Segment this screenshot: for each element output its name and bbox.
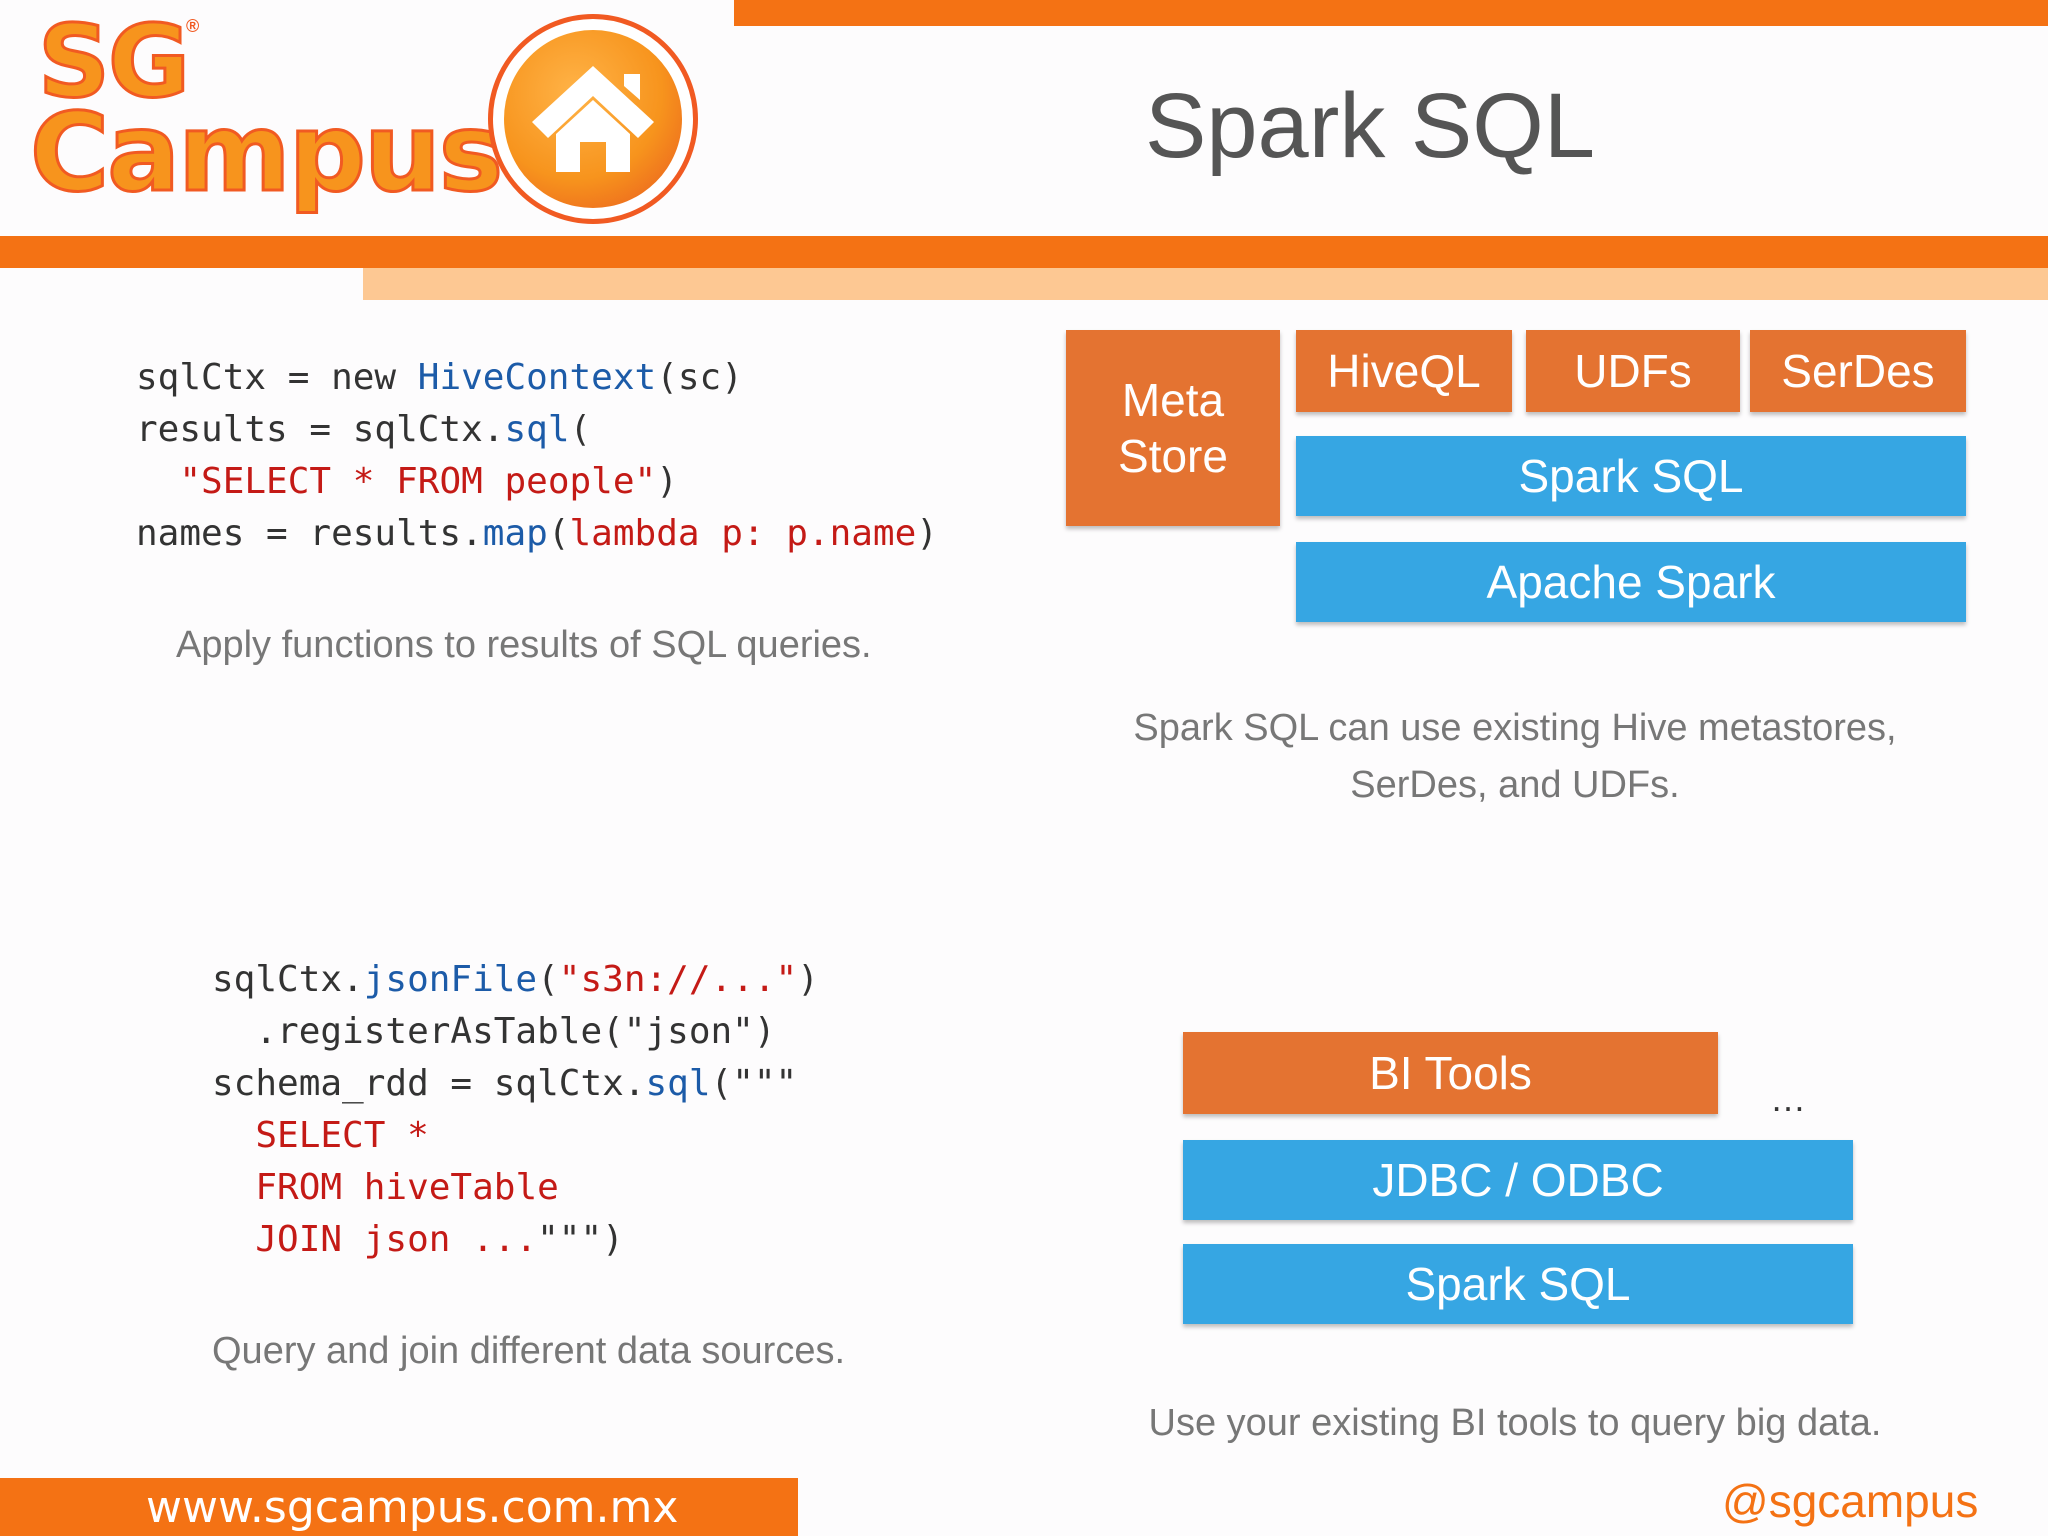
more-ellipsis: … <box>1770 1078 1806 1119</box>
code-text: names = results. <box>136 513 483 554</box>
code-text: sqlCtx = new <box>136 357 418 398</box>
header-accent-bar <box>734 0 2048 26</box>
serdes-label: SerDes <box>1781 345 1935 397</box>
code-keyword: map <box>482 513 548 554</box>
header-divider-bar <box>0 236 2048 268</box>
code-text: schema_rdd = sqlCtx. <box>212 1063 646 1104</box>
code-text: (sc) <box>656 357 743 398</box>
apache-spark-layer-label: Apache Spark <box>1486 556 1776 608</box>
code-text: ) <box>916 513 938 554</box>
house-icon <box>532 66 654 172</box>
code-line: SELECT * <box>212 1110 819 1162</box>
udfs-box: UDFs <box>1526 330 1740 412</box>
meta-store-label: Meta Store <box>1118 374 1228 482</box>
jdbc-odbc-box: JDBC / ODBC <box>1183 1140 1853 1220</box>
page-title: Spark SQL <box>1145 75 1595 177</box>
code-line: sqlCtx = new HiveContext(sc) <box>136 352 938 404</box>
code-line: results = sqlCtx.sql( <box>136 404 938 456</box>
spark-sql-layer-label: Spark SQL <box>1518 450 1744 502</box>
code-string: FROM hiveTable <box>255 1167 559 1208</box>
code-keyword: sql <box>504 409 570 450</box>
code-line: "SELECT * FROM people") <box>136 456 938 508</box>
caption-hive-compat: Spark SQL can use existing Hive metastor… <box>1133 707 1897 806</box>
code-text: (""" <box>710 1063 798 1104</box>
code-string: "s3n://..." <box>558 959 798 1000</box>
code-text: .registerAsTable("json") <box>212 1011 776 1052</box>
code-string: SELECT * <box>255 1115 429 1156</box>
code-line: JOIN json ...""") <box>212 1214 819 1266</box>
code-line: names = results.map(lambda p: p.name) <box>136 508 938 560</box>
logo-campus-text: Campus <box>28 91 504 216</box>
hiveql-box: HiveQL <box>1296 330 1512 412</box>
bi-tools-box: BI Tools <box>1183 1032 1718 1114</box>
code-line: FROM hiveTable <box>212 1162 819 1214</box>
code-text: ( <box>537 959 559 1000</box>
code-line: .registerAsTable("json") <box>212 1006 819 1058</box>
code-keyword: sql <box>645 1063 711 1104</box>
apache-spark-layer-box: Apache Spark <box>1296 542 1966 622</box>
code-string: lambda p: p.name <box>569 513 917 554</box>
code-block-sql-query: sqlCtx = new HiveContext(sc) results = sq… <box>136 352 938 560</box>
code-text: sqlCtx. <box>212 959 364 1000</box>
header-divider-light-bar <box>363 268 2048 300</box>
caption-apply-functions: Apply functions to results of SQL querie… <box>176 624 872 666</box>
code-text: ( <box>569 409 592 450</box>
code-text: ( <box>547 513 570 554</box>
code-keyword: HiveContext <box>417 357 657 398</box>
spark-sql-base-label: Spark SQL <box>1405 1258 1631 1310</box>
footer-website-link[interactable]: www.sgcampus.com.mx <box>146 1486 678 1530</box>
code-string: JOIN json ... <box>255 1219 538 1260</box>
code-line: sqlCtx.jsonFile("s3n://...") <box>212 954 819 1006</box>
code-text: ) <box>656 461 678 502</box>
hiveql-label: HiveQL <box>1327 345 1481 397</box>
udfs-label: UDFs <box>1574 345 1692 397</box>
code-text: """) <box>537 1219 624 1260</box>
caption-query-join: Query and join different data sources. <box>212 1330 846 1372</box>
caption-bi-tools: Use your existing BI tools to query big … <box>1148 1402 1882 1444</box>
code-line: schema_rdd = sqlCtx.sql(""" <box>212 1058 819 1110</box>
meta-store-box: Meta Store <box>1066 330 1280 526</box>
logo-registered-mark: ® <box>186 16 200 36</box>
code-text: results = sqlCtx. <box>136 409 505 450</box>
spark-sql-layer-box: Spark SQL <box>1296 436 1966 516</box>
code-text: ) <box>797 959 819 1000</box>
code-keyword: jsonFile <box>363 959 538 1000</box>
spark-sql-base-box: Spark SQL <box>1183 1244 1853 1324</box>
bi-tools-label: BI Tools <box>1369 1047 1532 1099</box>
code-string: "SELECT * FROM people" <box>179 461 657 502</box>
social-handle[interactable]: @sgcampus <box>1722 1478 1978 1524</box>
code-block-json-join: sqlCtx.jsonFile("s3n://...") .registerAs… <box>212 954 819 1266</box>
serdes-box: SerDes <box>1750 330 1966 412</box>
jdbc-odbc-label: JDBC / ODBC <box>1372 1154 1664 1206</box>
